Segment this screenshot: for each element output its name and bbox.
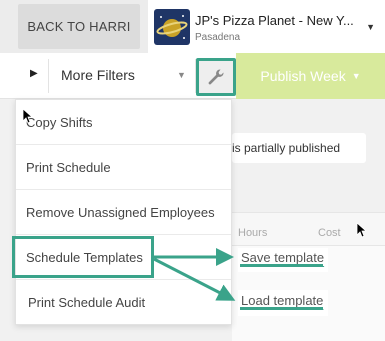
mouse-cursor-icon — [22, 108, 34, 124]
load-template-link[interactable]: Load template — [238, 290, 328, 316]
wrench-icon — [208, 69, 224, 85]
store-logo — [154, 9, 190, 45]
more-filters-dropdown[interactable]: More Filters — [61, 67, 135, 83]
chevron-right-icon[interactable]: ▶ — [30, 68, 38, 79]
store-location: Pasadena — [195, 32, 241, 43]
highlight-underline — [240, 264, 323, 267]
highlight-box — [12, 236, 154, 278]
store-selector[interactable]: JP's Pizza Planet - New Y... Pasadena ▼ — [148, 0, 385, 53]
column-header-hours: Hours — [238, 227, 268, 239]
mouse-cursor-icon — [356, 222, 368, 238]
publish-week-button[interactable]: Publish Week ▼ — [236, 53, 385, 99]
divider — [48, 59, 49, 93]
chevron-down-icon: ▼ — [351, 71, 361, 81]
highlight-underline — [240, 307, 323, 310]
menu-item-print-schedule-audit[interactable]: Print Schedule Audit — [16, 280, 231, 325]
back-to-harri-button[interactable]: BACK TO HARRI — [18, 4, 140, 49]
menu-item-print-schedule[interactable]: Print Schedule — [16, 145, 231, 190]
menu-item-remove-unassigned[interactable]: Remove Unassigned Employees — [16, 190, 231, 235]
tools-dropdown-menu: Copy Shifts Print Schedule Remove Unassi… — [15, 99, 232, 325]
publish-week-label: Publish Week — [260, 68, 346, 84]
wrench-tools-button[interactable] — [196, 58, 236, 96]
store-name: JP's Pizza Planet - New Y... — [195, 13, 354, 28]
column-header-cost: Cost — [318, 227, 341, 239]
save-template-link[interactable]: Save template — [238, 248, 328, 272]
chevron-down-icon: ▼ — [366, 22, 375, 32]
chevron-down-icon: ▼ — [177, 70, 186, 80]
menu-item-copy-shifts[interactable]: Copy Shifts — [16, 100, 231, 145]
top-header: BACK TO HARRI JP's Pizza Planet - New Y.… — [0, 0, 385, 53]
publish-status-notice: is partially published — [232, 133, 366, 163]
